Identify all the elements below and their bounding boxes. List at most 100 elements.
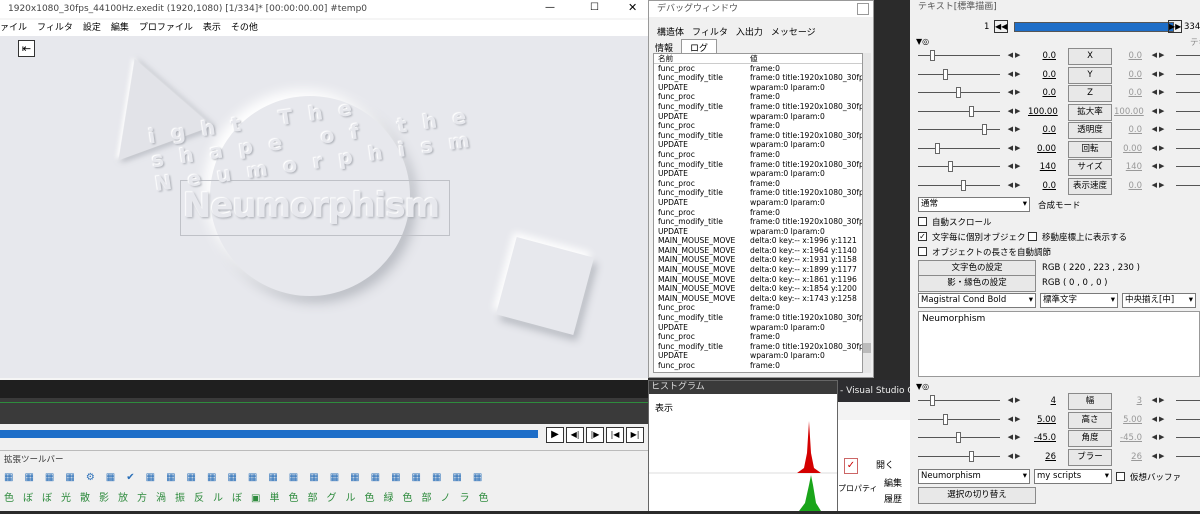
toolbar-tool-icon[interactable]: ▦ xyxy=(166,472,175,483)
param-slider-end[interactable] xyxy=(1176,437,1200,438)
param-start-value[interactable]: 4 xyxy=(1028,396,1056,406)
param-slider[interactable] xyxy=(918,129,1000,130)
menu-view[interactable]: 表示 xyxy=(203,23,221,33)
menu-message[interactable]: メッセージ xyxy=(771,28,816,38)
toolbar-tool-icon[interactable]: ▦ xyxy=(187,472,196,483)
toolbar-filter-icon[interactable]: ラ xyxy=(459,493,469,503)
param-start-value[interactable]: 26 xyxy=(1028,452,1056,462)
toolbar-filter-icon[interactable]: 方 xyxy=(137,493,147,503)
toolbar-tool-icon[interactable]: ▦ xyxy=(473,472,482,483)
param-button[interactable]: 角度 xyxy=(1068,430,1112,447)
log-row[interactable]: UPDATE wparam:0 lparam:0 xyxy=(654,112,862,122)
param-button[interactable]: サイズ xyxy=(1068,159,1112,176)
stepper-arrows-end[interactable]: ◀▶ xyxy=(1148,142,1170,156)
param-slider[interactable] xyxy=(918,110,1000,112)
log-row[interactable]: func_proc frame:0 xyxy=(654,121,862,131)
param-slider[interactable] xyxy=(918,166,1000,167)
param-start-value[interactable]: 0.0 xyxy=(1028,125,1056,135)
toolbar-tool-icon[interactable]: ▦ xyxy=(371,472,380,483)
param-slider-end[interactable] xyxy=(1176,455,1200,457)
param-end-value[interactable]: 0.00 xyxy=(1114,144,1142,154)
stepper-arrows[interactable]: ◀▶ xyxy=(1004,431,1026,445)
stepper-arrows-end[interactable]: ◀▶ xyxy=(1148,86,1170,100)
toolbar-tool-icon[interactable]: ▦ xyxy=(289,472,298,483)
preview-canvas[interactable]: ⇤ Neumorphism ight The shape of the Neum… xyxy=(0,36,648,378)
log-row[interactable]: func_proc frame:0 xyxy=(654,150,862,160)
param-slider[interactable] xyxy=(918,73,1000,75)
toolbar-filter-icon[interactable]: 渦 xyxy=(156,493,166,503)
script-category-select[interactable]: my scripts xyxy=(1034,469,1112,484)
stepper-arrows[interactable]: ◀▶ xyxy=(1004,160,1026,174)
toolbar-tool-icon[interactable]: ▦ xyxy=(330,472,339,483)
param-button[interactable]: 幅 xyxy=(1068,393,1112,410)
stepper-arrows[interactable]: ◀▶ xyxy=(1004,179,1026,193)
toolbar-filter-icon[interactable]: 色 xyxy=(288,493,298,503)
toolbar-filter-icon[interactable]: グ xyxy=(326,493,336,503)
param-button[interactable]: Z xyxy=(1068,85,1112,102)
menu-settings[interactable]: 設定 xyxy=(83,23,101,33)
vs-edit[interactable]: 編集 xyxy=(884,476,902,489)
group-toggle-icon[interactable]: ▼◎ xyxy=(916,37,929,46)
param-slider-end[interactable] xyxy=(1176,73,1200,75)
stepper-arrows[interactable]: ◀▶ xyxy=(1004,68,1026,82)
toolbar-filter-icon[interactable]: 部 xyxy=(307,493,317,503)
log-row[interactable]: UPDATE wparam:0 lparam:0 xyxy=(654,227,862,237)
menu-other[interactable]: その他 xyxy=(231,23,258,33)
log-row[interactable]: func_modify_title frame:0 title:1920x1080… xyxy=(654,188,862,198)
group-toggle-icon-2[interactable]: ▼◎ xyxy=(916,382,929,391)
log-row[interactable]: UPDATE wparam:0 lparam:0 xyxy=(654,83,862,93)
param-end-value[interactable]: 3 xyxy=(1114,396,1142,406)
log-row[interactable]: func_modify_title frame:0 title:1920x1080… xyxy=(654,102,862,112)
show-on-move-checkbox[interactable] xyxy=(1028,232,1037,241)
param-end-value[interactable]: 0.0 xyxy=(1114,70,1142,80)
menu-filter[interactable]: フィルタ xyxy=(692,28,728,38)
log-row[interactable]: func_modify_title frame:0 title:1920x1080… xyxy=(654,160,862,170)
toolbar-filter-icon[interactable]: 反 xyxy=(194,493,204,503)
toolbar-tool-icon[interactable]: ▦ xyxy=(24,472,33,483)
param-slider[interactable] xyxy=(918,184,1000,186)
param-start-value[interactable]: 0.0 xyxy=(1028,181,1056,191)
slider-knob[interactable] xyxy=(956,432,961,443)
toolbar-filter-icon[interactable]: ぼ xyxy=(232,493,242,503)
param-slider-end[interactable] xyxy=(1176,184,1200,186)
param-slider[interactable] xyxy=(918,455,1000,457)
toolbar-filter-icon[interactable]: 部 xyxy=(421,493,431,503)
log-row[interactable]: func_modify_title frame:0 title:1920x1080… xyxy=(654,313,862,323)
param-button[interactable]: ブラー xyxy=(1068,448,1112,466)
param-slider[interactable] xyxy=(918,147,1000,149)
stepper-arrows[interactable]: ◀▶ xyxy=(1004,49,1026,63)
toolbar-filter-icon[interactable]: 光 xyxy=(61,493,71,503)
toolbar-filter-icon[interactable]: 色 xyxy=(402,493,412,503)
log-row[interactable]: MAIN_MOUSE_MOVE delta:0 key:-- x:1996 y:1… xyxy=(654,236,862,246)
log-row[interactable]: UPDATE wparam:0 lparam:0 xyxy=(654,140,862,150)
log-row[interactable]: UPDATE wparam:0 lparam:0 xyxy=(654,169,862,179)
log-row[interactable]: UPDATE wparam:0 lparam:0 xyxy=(654,323,862,333)
frame-range-bar[interactable] xyxy=(1014,22,1174,32)
param-start-value[interactable]: 5.00 xyxy=(1028,415,1056,425)
toolbar-filter-icon[interactable]: 放 xyxy=(118,493,128,503)
toolbar-tool-icon[interactable]: ▦ xyxy=(65,472,74,483)
toolbar-tool-icon[interactable]: ▦ xyxy=(227,472,236,483)
param-start-value[interactable]: 0.0 xyxy=(1028,70,1056,80)
toolbar-filter-icon[interactable]: 色 xyxy=(478,493,488,503)
param-start-value[interactable]: 0.0 xyxy=(1028,88,1056,98)
param-slider-end[interactable] xyxy=(1176,129,1200,130)
toolbar-tool-icon[interactable]: ▦ xyxy=(45,472,54,483)
param-slider-end[interactable] xyxy=(1176,147,1200,149)
param-slider-end[interactable] xyxy=(1176,166,1200,167)
log-row[interactable]: MAIN_MOUSE_MOVE delta:0 key:-- x:1854 y:1… xyxy=(654,284,862,294)
align-select[interactable]: 中央揃え[中] xyxy=(1122,293,1196,308)
log-row[interactable]: func_proc frame:0 xyxy=(654,361,862,371)
log-row[interactable]: func_proc frame:0 xyxy=(654,332,862,342)
scroll-thumb[interactable] xyxy=(863,343,871,353)
slider-knob[interactable] xyxy=(982,124,987,135)
log-row[interactable]: func_modify_title frame:0 title:1920x1080… xyxy=(654,73,862,83)
slider-knob[interactable] xyxy=(948,161,953,172)
log-row[interactable]: func_modify_title frame:0 title:1920x1080… xyxy=(654,342,862,352)
toolbar-tool-icon[interactable]: ▦ xyxy=(350,472,359,483)
blend-mode-select[interactable]: 通常 xyxy=(918,197,1030,212)
prev-frame-button[interactable]: ◀| xyxy=(566,427,584,443)
log-row[interactable]: func_proc frame:0 xyxy=(654,179,862,189)
toolbar-tool-icon[interactable]: ▦ xyxy=(452,472,461,483)
play-button[interactable]: ▶ xyxy=(546,427,564,443)
